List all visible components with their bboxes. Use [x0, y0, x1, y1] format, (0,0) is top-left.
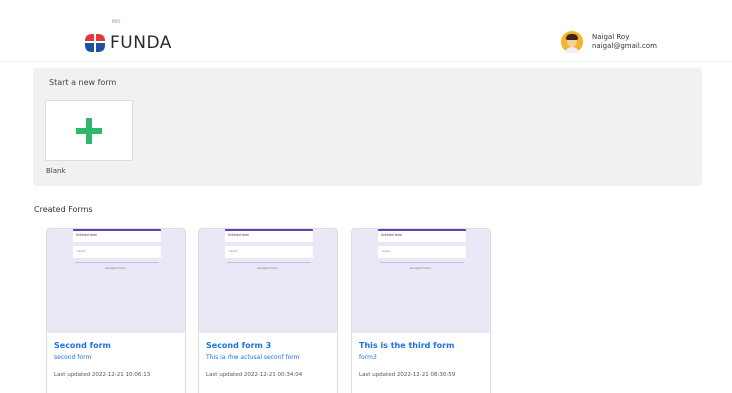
logo-text: FUNDA: [110, 32, 172, 53]
thumb-google: Google Forms: [105, 266, 126, 270]
user-name: Naigal Roy: [592, 33, 630, 41]
form-description: This ia rhw actusal seconf form: [206, 354, 300, 361]
form-card[interactable]: Untitled form Option Google Forms Second…: [46, 228, 186, 393]
form-thumbnail: Untitled form Option Google Forms: [199, 229, 337, 333]
avatar-icon[interactable]: [561, 31, 583, 53]
form-updated: Last updated 2022-12-21 10:06:13: [54, 372, 151, 378]
blank-form-button[interactable]: [45, 100, 133, 161]
form-description: second form: [54, 354, 92, 361]
form-thumbnail: Untitled form Option Google Forms: [352, 229, 490, 333]
thumb-title: Untitled form: [228, 233, 250, 237]
form-card[interactable]: Untitled form Option Google Forms Second…: [198, 228, 338, 393]
logo[interactable]: FUNDA: [84, 32, 172, 54]
thumb-title: Untitled form: [381, 233, 403, 237]
plus-icon: [76, 117, 102, 144]
form-updated: Last updated 2022-12-21 08:30:59: [359, 372, 456, 378]
form-description: form3: [359, 354, 377, 361]
thumb-field: Option: [382, 250, 391, 253]
user-email: naigal@gmail.com: [592, 42, 657, 50]
new-form-panel: Start a new form Blank: [33, 68, 702, 186]
thumb-field: Option: [77, 250, 86, 253]
funda-logo-icon: [85, 34, 105, 52]
form-updated: Last updated 2022-12-21 00:34:04: [206, 372, 303, 378]
panel-title: Start a new form: [49, 78, 117, 87]
created-forms-title: Created Forms: [34, 205, 93, 214]
thumb-google: Google Forms: [257, 266, 278, 270]
user-menu[interactable]: Naigal Roy naigal@gmail.com: [561, 31, 657, 53]
thumb-google: Google Forms: [410, 266, 431, 270]
header: FUNDA PRO Naigal Roy naigal@gmail.com: [0, 0, 732, 62]
blank-label: Blank: [46, 167, 66, 175]
logo-subtext: PRO: [112, 19, 121, 24]
form-title[interactable]: This is the third form: [359, 341, 454, 350]
form-thumbnail: Untitled form Option Google Forms: [47, 229, 185, 333]
form-title[interactable]: Second form 3: [206, 341, 271, 350]
user-info: Naigal Roy naigal@gmail.com: [592, 33, 657, 51]
thumb-field: Option: [229, 250, 238, 253]
form-title[interactable]: Second form: [54, 341, 111, 350]
form-card[interactable]: Untitled form Option Google Forms This i…: [351, 228, 491, 393]
thumb-title: Untitled form: [76, 233, 98, 237]
